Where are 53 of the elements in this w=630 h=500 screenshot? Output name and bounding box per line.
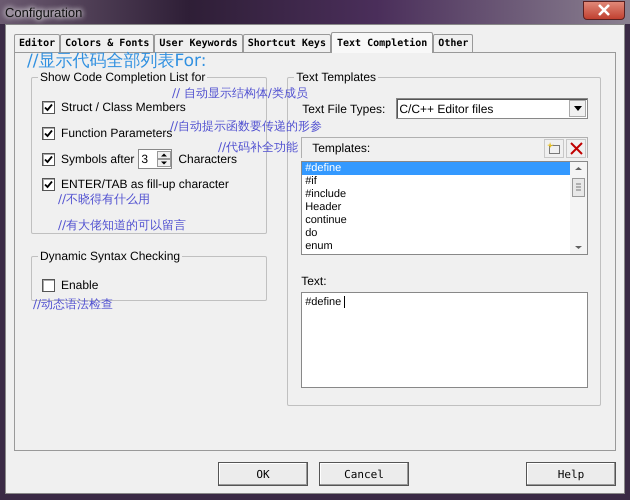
- delete-icon: [570, 142, 582, 154]
- checkbox-label: Characters: [178, 152, 238, 166]
- dialog-button[interactable]: Help: [526, 462, 616, 486]
- dialog-button[interactable]: OK: [218, 462, 308, 486]
- checkbox-label: Enable: [61, 278, 98, 292]
- window-title: Configuration: [5, 4, 82, 20]
- checkbox[interactable]: [42, 100, 55, 114]
- close-icon: [597, 4, 611, 16]
- spin-field[interactable]: 3: [138, 149, 172, 169]
- close-button[interactable]: [583, 0, 625, 20]
- dropdown[interactable]: C/C++ Editor files: [396, 98, 588, 119]
- field-label: Text:: [301, 274, 328, 288]
- annotation-text: //动态语法检查: [33, 298, 114, 310]
- annotation-text: //代码补全功能: [218, 141, 298, 153]
- list-item[interactable]: enum: [302, 240, 570, 253]
- field-label: Text File Types:: [302, 102, 386, 116]
- annotation-text: //不晓得有什么用: [58, 193, 150, 205]
- scrollbar[interactable]: [570, 162, 587, 254]
- annotation-text: //显示代码全部列表For:: [27, 53, 206, 70]
- checkbox-label: Function Parameters: [61, 126, 172, 140]
- list-item[interactable]: Header: [302, 201, 570, 214]
- list-item[interactable]: continue: [302, 214, 570, 227]
- spin-arrows-icon[interactable]: [157, 151, 172, 167]
- tab[interactable]: Colors & Fonts: [60, 34, 154, 52]
- annotation-text: //自动提示函数要传递的形参: [170, 120, 322, 132]
- checkbox[interactable]: [42, 278, 55, 292]
- list-item[interactable]: #if: [302, 175, 570, 188]
- group-title: Dynamic Syntax Checking: [38, 249, 182, 263]
- list-item[interactable]: do: [302, 227, 570, 240]
- annotation-text: // 自动显示结构体/类成员: [172, 87, 308, 99]
- field-label: Templates:: [312, 141, 370, 155]
- checkbox-label: Struct / Class Members: [61, 100, 186, 114]
- tab[interactable]: Shortcut Keys: [242, 34, 331, 52]
- new-button[interactable]: [544, 138, 564, 158]
- tab[interactable]: Editor: [14, 34, 60, 52]
- tab[interactable]: Other: [433, 34, 474, 52]
- checkbox[interactable]: [42, 152, 55, 166]
- new-item-icon: [547, 142, 561, 154]
- checkbox-label: Symbols after: [61, 152, 134, 166]
- tab[interactable]: User Keywords: [154, 34, 243, 52]
- checkbox[interactable]: [42, 126, 55, 140]
- dropdown-arrow-icon[interactable]: [574, 106, 582, 111]
- group-title: Text Templates: [294, 70, 378, 84]
- delete-button[interactable]: [566, 138, 586, 158]
- checkbox[interactable]: [42, 178, 55, 190]
- checkbox-label: ENTER/TAB as fill-up character: [61, 177, 229, 191]
- annotation-text: //有大佬知道的可以留言: [58, 219, 186, 231]
- text-field[interactable]: #define: [301, 292, 588, 388]
- text-cursor: [344, 296, 346, 308]
- list-item[interactable]: #include: [302, 188, 570, 201]
- tab[interactable]: Text Completion: [330, 32, 434, 53]
- dialog-button[interactable]: Cancel: [319, 462, 409, 486]
- group-title: Show Code Completion List for: [38, 70, 208, 84]
